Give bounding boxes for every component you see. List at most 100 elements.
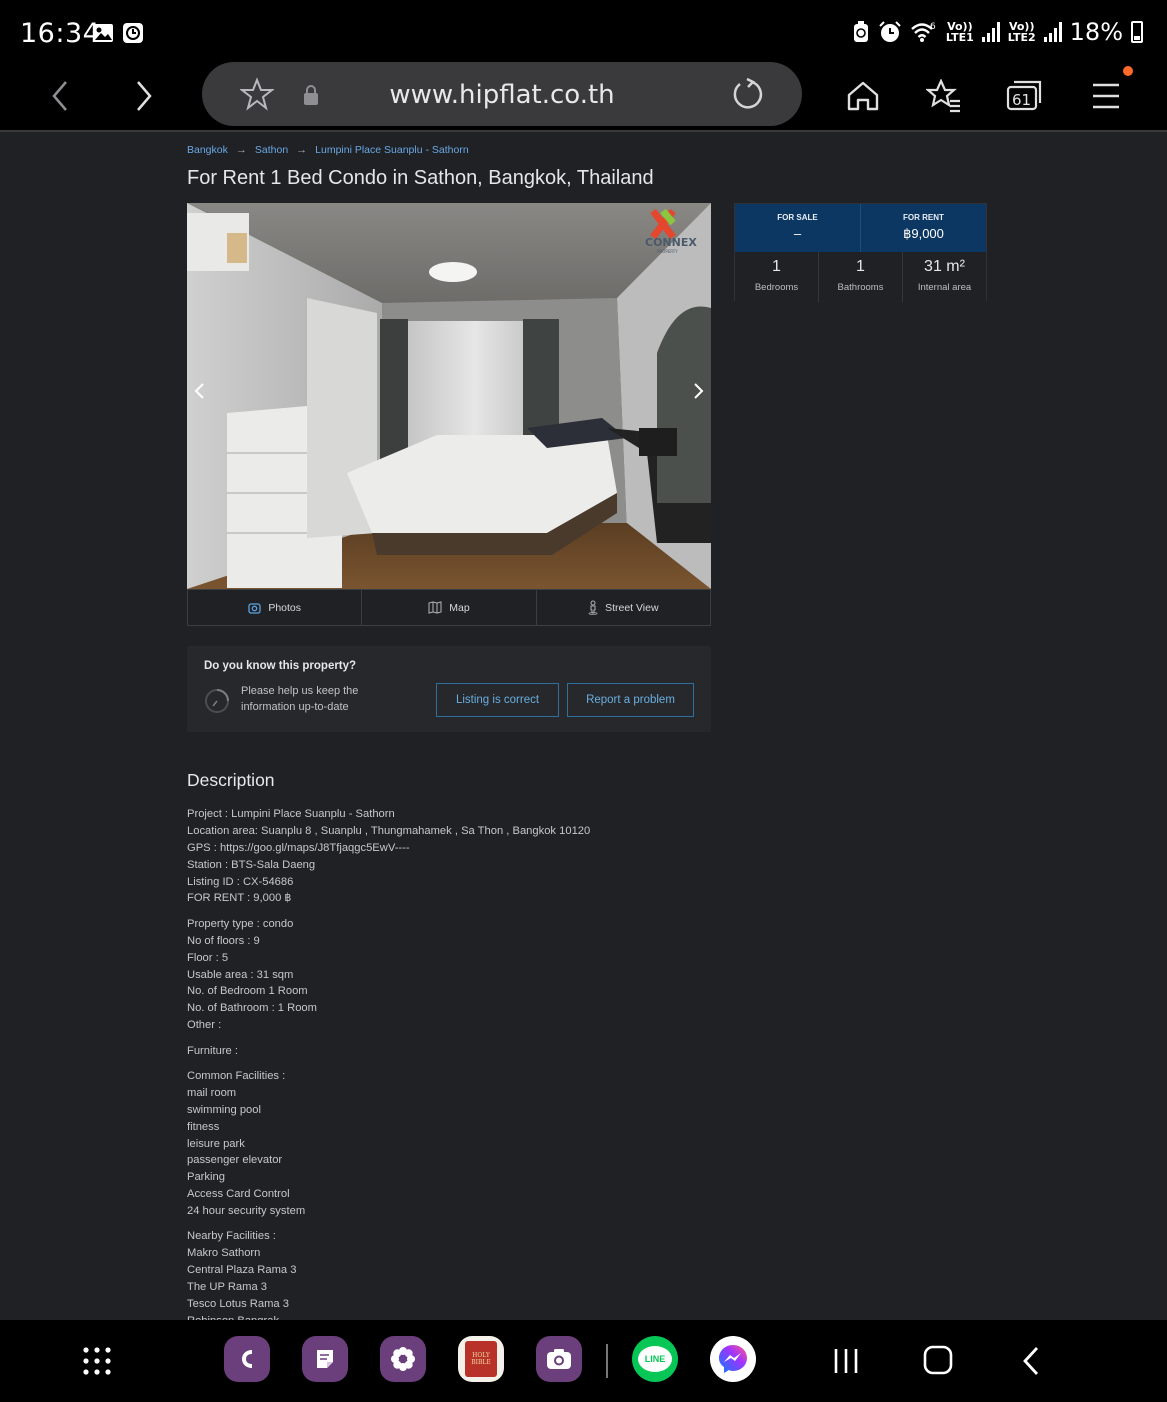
stat-bathrooms: 1 Bathrooms bbox=[819, 252, 903, 302]
description-line: Makro Sathorn bbox=[187, 1247, 261, 1260]
stat-bedrooms-value: 1 bbox=[772, 258, 781, 275]
feedback-help-text: Please help us keep the information up-t… bbox=[241, 683, 381, 715]
svg-text:PROPERTY: PROPERTY bbox=[657, 249, 678, 254]
listing-correct-button[interactable]: Listing is correct bbox=[436, 683, 559, 717]
description-line: Common Facilities : bbox=[187, 1069, 286, 1082]
notes-app-icon[interactable] bbox=[302, 1336, 348, 1382]
description-line: Location area: Suanplu 8 , Suanplu , Thu… bbox=[187, 824, 591, 837]
report-problem-button[interactable]: Report a problem bbox=[567, 683, 694, 717]
tab-street-view[interactable]: Street View bbox=[537, 590, 710, 625]
description-line: Nearby Facilities : bbox=[187, 1230, 276, 1243]
price-header: FOR SALE – FOR RENT ฿9,000 bbox=[735, 204, 986, 252]
prev-photo-icon[interactable] bbox=[193, 381, 207, 401]
description-line: swimming pool bbox=[187, 1103, 261, 1116]
map-icon bbox=[428, 601, 442, 614]
recent-apps-icon[interactable] bbox=[832, 1346, 860, 1376]
description-line: Robinson Bangrak bbox=[187, 1313, 590, 1320]
app-drawer-icon[interactable] bbox=[82, 1346, 112, 1376]
network-2-label: Vo)) LTE2 bbox=[1007, 20, 1036, 44]
bible-label: HOLY bbox=[472, 1352, 490, 1359]
network-1-label: Vo)) LTE1 bbox=[945, 20, 974, 44]
svg-text:61: 61 bbox=[1012, 91, 1031, 109]
description-heading: Description bbox=[187, 770, 275, 790]
tab-photos[interactable]: Photos bbox=[188, 590, 363, 625]
menu-button[interactable] bbox=[1084, 74, 1128, 118]
bible-book-icon: HOLY BIBLE bbox=[465, 1341, 497, 1377]
browser-toolbar: www.hipflat.co.th 61 bbox=[0, 60, 1167, 132]
web-page: Bangkok → Sathon → Lumpini Place Suanplu… bbox=[0, 134, 1167, 1320]
messenger-glyph-icon bbox=[719, 1345, 747, 1373]
battery-saver-icon bbox=[853, 21, 868, 42]
for-sale-column: FOR SALE – bbox=[735, 204, 861, 252]
description-line: FOR RENT : 9,000 ฿ bbox=[187, 892, 292, 905]
for-sale-label: FOR SALE bbox=[777, 213, 818, 222]
breadcrumb-arrow-icon: → bbox=[235, 144, 247, 156]
breadcrumb-project[interactable]: Lumpini Place Suanplu - Sathorn bbox=[315, 144, 469, 156]
tab-map[interactable]: Map bbox=[362, 590, 537, 625]
description-line: Parking bbox=[187, 1171, 225, 1184]
for-rent-label: FOR RENT bbox=[903, 213, 944, 222]
tab-map-label: Map bbox=[449, 601, 470, 614]
home-button[interactable] bbox=[841, 74, 885, 118]
description-line: Access Card Control bbox=[187, 1188, 290, 1201]
breadcrumb-bangkok[interactable]: Bangkok bbox=[187, 144, 228, 156]
stat-area-value: 31 m² bbox=[924, 258, 965, 275]
camera-app-icon[interactable] bbox=[536, 1336, 582, 1382]
forward-button[interactable] bbox=[122, 74, 166, 118]
feedback-box: Do you know this property? Please help u… bbox=[187, 646, 711, 732]
tab-street-view-label: Street View bbox=[605, 601, 659, 614]
back-nav-icon[interactable] bbox=[1020, 1346, 1042, 1376]
forward-arrow-icon bbox=[137, 81, 152, 111]
signal-2-icon bbox=[1043, 22, 1062, 42]
listing-photo[interactable]: CONNEX PROPERTY bbox=[187, 203, 711, 589]
bible-label: BIBLE bbox=[471, 1359, 491, 1366]
messenger-app-icon[interactable] bbox=[710, 1336, 756, 1382]
tab-photos-label: Photos bbox=[268, 601, 302, 614]
description-line: Other : bbox=[187, 1019, 222, 1032]
home-icon bbox=[847, 81, 879, 111]
svg-text:6: 6 bbox=[930, 22, 936, 32]
breadcrumb: Bangkok → Sathon → Lumpini Place Suanplu… bbox=[187, 144, 469, 156]
bible-app-icon[interactable]: HOLY BIBLE bbox=[458, 1336, 504, 1382]
description-line: Property type : condo bbox=[187, 917, 294, 930]
wifi-icon: 6 bbox=[911, 22, 936, 42]
signal-1-icon bbox=[981, 22, 1000, 42]
phone-app-icon[interactable] bbox=[224, 1336, 270, 1382]
description-line: leisure park bbox=[187, 1137, 245, 1150]
stat-area-label: Internal area bbox=[917, 282, 972, 293]
bookmarks-button[interactable] bbox=[922, 74, 966, 118]
gallery-app-icon[interactable] bbox=[380, 1336, 426, 1382]
breadcrumb-arrow-icon: → bbox=[296, 144, 308, 156]
page-title: For Rent 1 Bed Condo in Sathon, Bangkok,… bbox=[187, 167, 654, 189]
description-line: Tesco Lotus Rama 3 bbox=[187, 1298, 289, 1311]
home-nav-icon[interactable] bbox=[922, 1344, 954, 1376]
next-photo-icon[interactable] bbox=[691, 381, 705, 401]
gallery-tabs: Photos Map Street View bbox=[187, 589, 711, 626]
url-text[interactable]: www.hipflat.co.th bbox=[202, 80, 802, 110]
spinner-icon bbox=[205, 689, 229, 713]
status-bar: 16:34 6 Vo)) LTE1 Vo)) LTE2 18% bbox=[0, 0, 1167, 66]
navigation-bar: HOLY BIBLE LINE bbox=[0, 1320, 1167, 1402]
line-bubble-icon: LINE bbox=[638, 1346, 672, 1372]
gallery-notification-icon bbox=[93, 24, 113, 42]
address-bar[interactable]: www.hipflat.co.th bbox=[202, 62, 802, 126]
back-button[interactable] bbox=[38, 74, 82, 118]
feedback-help-line: Please help us keep the bbox=[241, 685, 359, 697]
reload-icon[interactable] bbox=[730, 77, 764, 111]
description-line: GPS : https://goo.gl/maps/J8Tfjaqgc5EwV-… bbox=[187, 841, 410, 854]
breadcrumb-sathon[interactable]: Sathon bbox=[255, 144, 288, 156]
description-line: Listing ID : CX-54686 bbox=[187, 875, 294, 888]
clock-notification-icon bbox=[123, 23, 143, 43]
dock-separator bbox=[606, 1344, 608, 1378]
notes-glyph-icon bbox=[317, 1350, 333, 1368]
line-app-icon[interactable]: LINE bbox=[632, 1336, 678, 1382]
tabs-button[interactable]: 61 bbox=[1003, 74, 1047, 118]
description-line: Project : Lumpini Place Suanplu - Sathor… bbox=[187, 808, 395, 820]
description-line: Central Plaza Rama 3 bbox=[187, 1264, 297, 1277]
for-rent-value: ฿9,000 bbox=[903, 226, 944, 241]
status-time: 16:34 bbox=[20, 18, 101, 49]
